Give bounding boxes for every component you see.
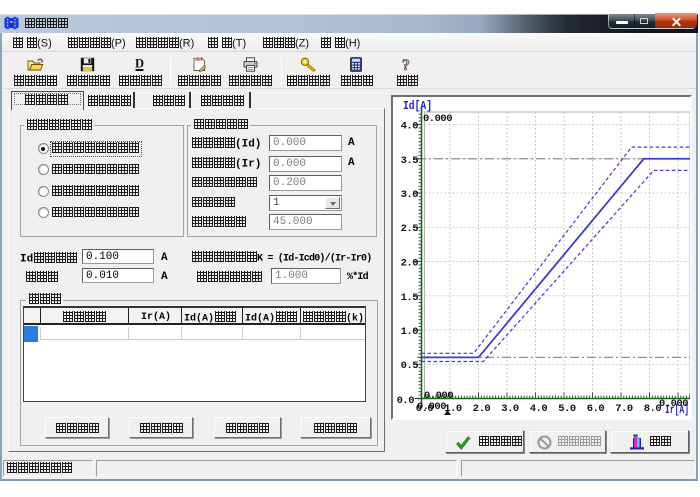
svg-text:4.0: 4.0 (530, 403, 548, 415)
svg-text:0.000: 0.000 (423, 113, 452, 125)
svg-text:0.000: 0.000 (417, 401, 446, 413)
svg-text:2.5: 2.5 (401, 223, 419, 235)
svg-text:0.0: 0.0 (397, 395, 415, 407)
svg-text:EXL: EXL (195, 57, 203, 61)
svg-text:3.0: 3.0 (401, 189, 419, 201)
svg-text:D: D (135, 57, 144, 71)
svg-text:2.0: 2.0 (473, 403, 491, 415)
svg-text:4.0: 4.0 (401, 121, 419, 133)
svg-text:3.5: 3.5 (401, 155, 419, 167)
svg-text:6.0: 6.0 (587, 403, 605, 415)
svg-text:1.5: 1.5 (401, 292, 419, 304)
svg-text:2.0: 2.0 (401, 258, 419, 270)
svg-text:0.000: 0.000 (659, 398, 688, 410)
svg-text:?: ? (402, 57, 410, 73)
svg-text:0.5: 0.5 (401, 360, 419, 372)
svg-text:1.0: 1.0 (401, 326, 419, 338)
svg-text:5.0: 5.0 (558, 403, 576, 415)
svg-text:Id[A]: Id[A] (403, 99, 432, 113)
svg-text:7.0: 7.0 (615, 403, 633, 415)
svg-text:3.0: 3.0 (501, 403, 519, 415)
